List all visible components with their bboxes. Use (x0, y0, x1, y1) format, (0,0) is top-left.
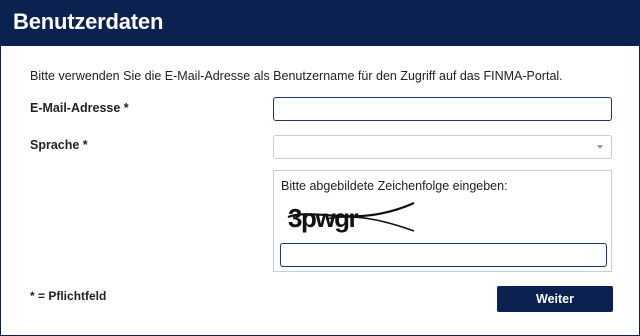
captcha-input[interactable] (280, 243, 607, 267)
user-data-panel: Benutzerdaten Bitte verwenden Sie die E-… (0, 0, 640, 336)
intro-text: Bitte verwenden Sie die E-Mail-Adresse a… (30, 69, 563, 83)
captcha-box: Bitte abgebildete Zeichenfolge eingeben:… (273, 170, 612, 272)
required-field-note: * = Pflichtfeld (30, 289, 107, 303)
next-button[interactable]: Weiter (497, 286, 613, 312)
language-label: Sprache * (30, 138, 88, 152)
email-label: E-Mail-Adresse * (30, 101, 129, 115)
panel-header: Benutzerdaten (1, 0, 640, 46)
captcha-label: Bitte abgebildete Zeichenfolge eingeben: (281, 179, 508, 193)
captcha-text: 3pwgr (288, 203, 358, 233)
chevron-down-icon (597, 145, 603, 149)
language-select[interactable] (273, 135, 612, 159)
email-field[interactable] (273, 97, 612, 121)
captcha-image: 3pwgr (287, 201, 415, 233)
page-title: Benutzerdaten (13, 9, 164, 34)
